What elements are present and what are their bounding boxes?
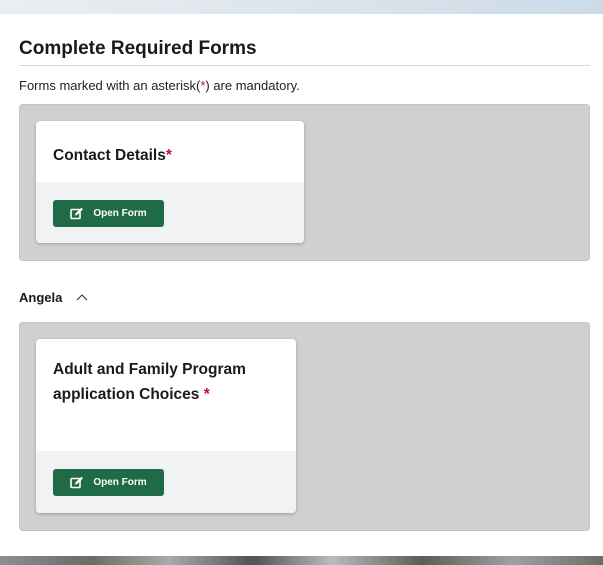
notice-prefix: Forms marked with an asterisk( [19,78,201,93]
form-card-program-choices: Adult and Family Program application Cho… [36,339,296,513]
top-banner-strip [0,0,603,14]
edit-icon [70,207,84,220]
page-title: Complete Required Forms [19,36,590,66]
person-forms-panel: Adult and Family Program application Cho… [19,322,590,531]
chevron-up-icon[interactable] [76,293,88,301]
background-photo-strip [0,556,603,565]
required-forms-section: Complete Required Forms Forms marked wit… [19,36,590,531]
open-form-button[interactable]: Open Form [53,200,164,227]
required-asterisk: * [203,386,210,403]
edit-icon [70,476,84,489]
open-form-label: Open Form [93,477,147,488]
mandatory-notice: Forms marked with an asterisk(*) are man… [19,78,590,94]
notice-suffix: ) are mandatory. [205,78,300,93]
required-asterisk: * [165,147,172,164]
person-name: Angela [19,289,63,305]
form-card-title: Contact Details* [36,121,304,181]
form-card-title-text: Adult and Family Program application Cho… [53,361,246,403]
form-card-footer: Open Form [36,182,304,243]
person-group-header[interactable]: Angela [19,288,590,306]
form-card-title: Adult and Family Program application Cho… [36,339,296,407]
forms-panel: Contact Details* Open Form [19,104,590,261]
open-form-label: Open Form [93,208,147,219]
form-card-footer: Open Form [36,451,296,513]
open-form-button[interactable]: Open Form [53,469,164,496]
form-card-contact-details: Contact Details* Open Form [36,121,304,243]
form-card-title-text: Contact Details [53,147,166,164]
